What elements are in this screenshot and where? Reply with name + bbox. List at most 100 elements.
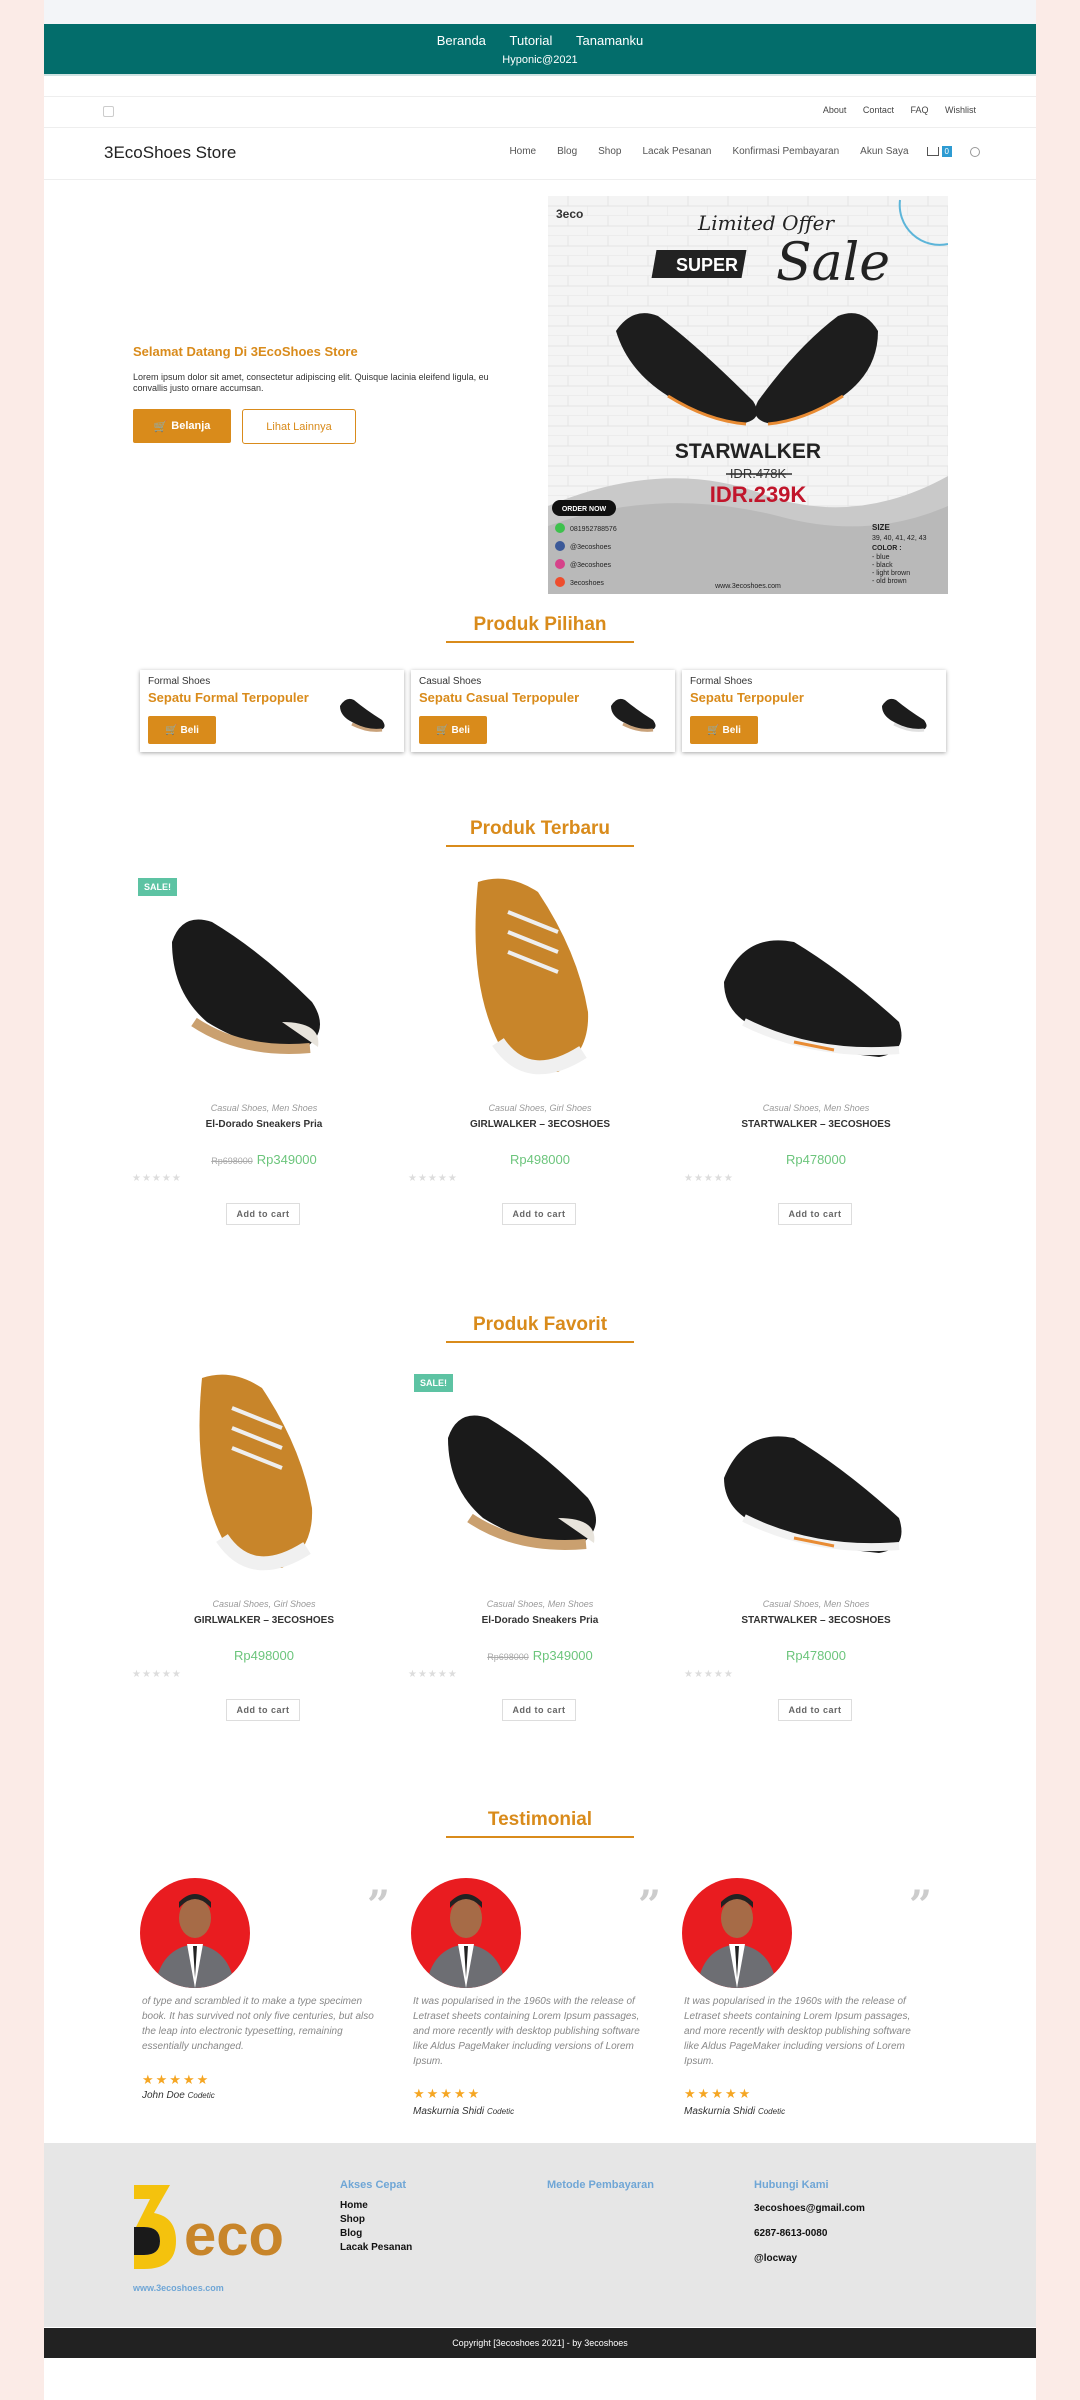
footer-link-shop[interactable]: Shop: [340, 2213, 412, 2227]
menu-item-home[interactable]: Home: [509, 146, 536, 157]
testimonial-stars: ★★★★★: [684, 2086, 753, 2101]
product-category[interactable]: Casual Shoes, Men Shoes: [684, 1599, 948, 1609]
footer-website[interactable]: www.3ecoshoes.com: [133, 2283, 224, 2293]
beli-label: Beli: [180, 724, 199, 736]
product-name[interactable]: GIRLWALKER – 3ECOSHOES: [408, 1119, 672, 1130]
site-title[interactable]: 3EcoShoes Store: [104, 143, 236, 163]
product-image[interactable]: [684, 872, 948, 1094]
beli-button[interactable]: 🛒 Beli: [419, 716, 487, 744]
quote-icon: ”: [637, 1882, 661, 1929]
avatar: [682, 1878, 792, 1988]
section-underline: [446, 641, 634, 643]
product-image[interactable]: [684, 1368, 948, 1590]
product-name[interactable]: El-Dorado Sneakers Pria: [408, 1615, 672, 1626]
footer-link-blog[interactable]: Blog: [340, 2227, 412, 2241]
product-price: Rp478000: [684, 1152, 948, 1167]
product-name[interactable]: STARTWALKER – 3ECOSHOES: [684, 1119, 948, 1130]
top-spacer: [44, 0, 1036, 24]
menu-item-konfirmasi-pembayaran[interactable]: Konfirmasi Pembayaran: [732, 146, 839, 157]
promo-facebook: @3ecoshoes: [570, 544, 611, 551]
lihat-lainnya-button[interactable]: Lihat Lainnya: [242, 409, 356, 444]
cart-button[interactable]: 0: [926, 146, 952, 157]
add-to-cart-button[interactable]: Add to cart: [502, 1699, 576, 1721]
testimonial-author: Maskurnia Shidi Codetic: [684, 2106, 785, 2117]
section-underline: [446, 1341, 634, 1343]
footer-link-lacak-pesanan[interactable]: Lacak Pesanan: [340, 2241, 412, 2255]
product-image[interactable]: [132, 1368, 396, 1590]
social-icon[interactable]: [103, 106, 114, 117]
add-to-cart-button[interactable]: Add to cart: [226, 1699, 300, 1721]
promo-color-label: COLOR :: [872, 545, 902, 552]
beli-button[interactable]: 🛒 Beli: [148, 716, 216, 744]
search-icon[interactable]: [970, 146, 980, 157]
current-price: Rp478000: [786, 1648, 846, 1663]
top-links: About Contact FAQ Wishlist: [809, 105, 976, 115]
promo-order-now: ORDER NOW: [562, 506, 607, 513]
footer-link-home[interactable]: Home: [340, 2199, 412, 2213]
section-title-favorit: Produk Favorit: [472, 1314, 608, 1335]
featured-name[interactable]: Sepatu Terpopuler: [690, 690, 804, 705]
current-price: Rp478000: [786, 1152, 846, 1167]
product-category[interactable]: Casual Shoes, Girl Shoes: [132, 1599, 396, 1609]
product-category[interactable]: Casual Shoes, Men Shoes: [408, 1599, 672, 1609]
menu-item-lacak-pesanan[interactable]: Lacak Pesanan: [643, 146, 712, 157]
product-name[interactable]: STARTWALKER – 3ECOSHOES: [684, 1615, 948, 1626]
cart-count-badge: 0: [941, 146, 952, 157]
promo-color-4: - old brown: [872, 578, 907, 585]
avatar-photo: [697, 1894, 777, 1988]
footer-phone[interactable]: 6287-8613-0080: [754, 2228, 827, 2239]
top-link-faq[interactable]: FAQ: [910, 105, 928, 115]
cart-icon: 🛒: [707, 724, 720, 736]
product-image[interactable]: [408, 872, 672, 1094]
promo-banner-image: 3eco Limited Offer SUPER Sale STARWALKER…: [548, 196, 948, 594]
footer-email[interactable]: 3ecoshoes@gmail.com: [754, 2203, 865, 2214]
belanja-button[interactable]: 🛒 Belanja: [133, 409, 231, 443]
add-to-cart-button[interactable]: Add to cart: [226, 1203, 300, 1225]
hero-title: Selamat Datang Di 3EcoShoes Store: [133, 344, 358, 359]
product-category[interactable]: Casual Shoes, Men Shoes: [684, 1103, 948, 1113]
add-to-cart-button[interactable]: Add to cart: [778, 1203, 852, 1225]
featured-name[interactable]: Sepatu Formal Terpopuler: [148, 690, 309, 705]
section-underline: [446, 845, 634, 847]
promo-sizes: 39, 40, 41, 42, 43: [872, 535, 927, 542]
product-category[interactable]: Casual Shoes, Men Shoes: [132, 1103, 396, 1113]
beli-button[interactable]: 🛒 Beli: [690, 716, 758, 744]
menu-item-blog[interactable]: Blog: [557, 146, 577, 157]
featured-category: Formal Shoes: [148, 676, 211, 687]
cart-icon: 🛒: [153, 420, 168, 433]
banner-link-tutorial[interactable]: Tutorial: [510, 33, 553, 48]
hero-text: Lorem ipsum dolor sit amet, consectetur …: [133, 372, 489, 393]
product-image[interactable]: [132, 872, 396, 1094]
footer-logo[interactable]: eco: [130, 2179, 330, 2275]
menu-item-shop[interactable]: Shop: [598, 146, 621, 157]
featured-card[interactable]: Casual Shoes Sepatu Casual Terpopuler 🛒 B…: [411, 670, 675, 752]
menu-item-akun-saya[interactable]: Akun Saya: [860, 146, 908, 157]
copyright-bar: Copyright [3ecoshoes 2021] - by 3ecoshoe…: [44, 2328, 1036, 2358]
section-underline: [446, 1836, 634, 1838]
top-link-about[interactable]: About: [823, 105, 847, 115]
banner-link-beranda[interactable]: Beranda: [437, 33, 486, 48]
featured-name[interactable]: Sepatu Casual Terpopuler: [419, 690, 579, 705]
cart-icon: [926, 147, 939, 156]
promo-color-2: - black: [872, 562, 893, 569]
rating-stars: ★★★★★: [132, 1669, 182, 1680]
product-name[interactable]: GIRLWALKER – 3ECOSHOES: [132, 1615, 396, 1626]
featured-card[interactable]: Formal Shoes Sepatu Formal Terpopuler 🛒 B…: [140, 670, 404, 752]
footer-handle[interactable]: @locway: [754, 2253, 797, 2264]
footer-logo-text: eco: [184, 2203, 284, 2268]
product-name[interactable]: El-Dorado Sneakers Pria: [132, 1119, 396, 1130]
featured-card[interactable]: Formal Shoes Sepatu Terpopuler 🛒 Beli: [682, 670, 946, 752]
avatar-photo: [155, 1894, 235, 1988]
add-to-cart-button[interactable]: Add to cart: [778, 1699, 852, 1721]
rating-stars: ★★★★★: [684, 1669, 734, 1680]
product-category[interactable]: Casual Shoes, Girl Shoes: [408, 1103, 672, 1113]
add-to-cart-button[interactable]: Add to cart: [502, 1203, 576, 1225]
cart-icon: 🛒: [436, 724, 449, 736]
banner-link-tanamanku[interactable]: Tanamanku: [576, 33, 643, 48]
top-link-wishlist[interactable]: Wishlist: [945, 105, 976, 115]
page: Beranda Tutorial Tanamanku Hyponic@2021 …: [44, 0, 1036, 2400]
banner-nav: Beranda Tutorial Tanamanku: [44, 33, 1036, 48]
product-image[interactable]: [408, 1368, 672, 1590]
top-link-contact[interactable]: Contact: [863, 105, 894, 115]
header-banner: Beranda Tutorial Tanamanku Hyponic@2021: [44, 24, 1036, 74]
